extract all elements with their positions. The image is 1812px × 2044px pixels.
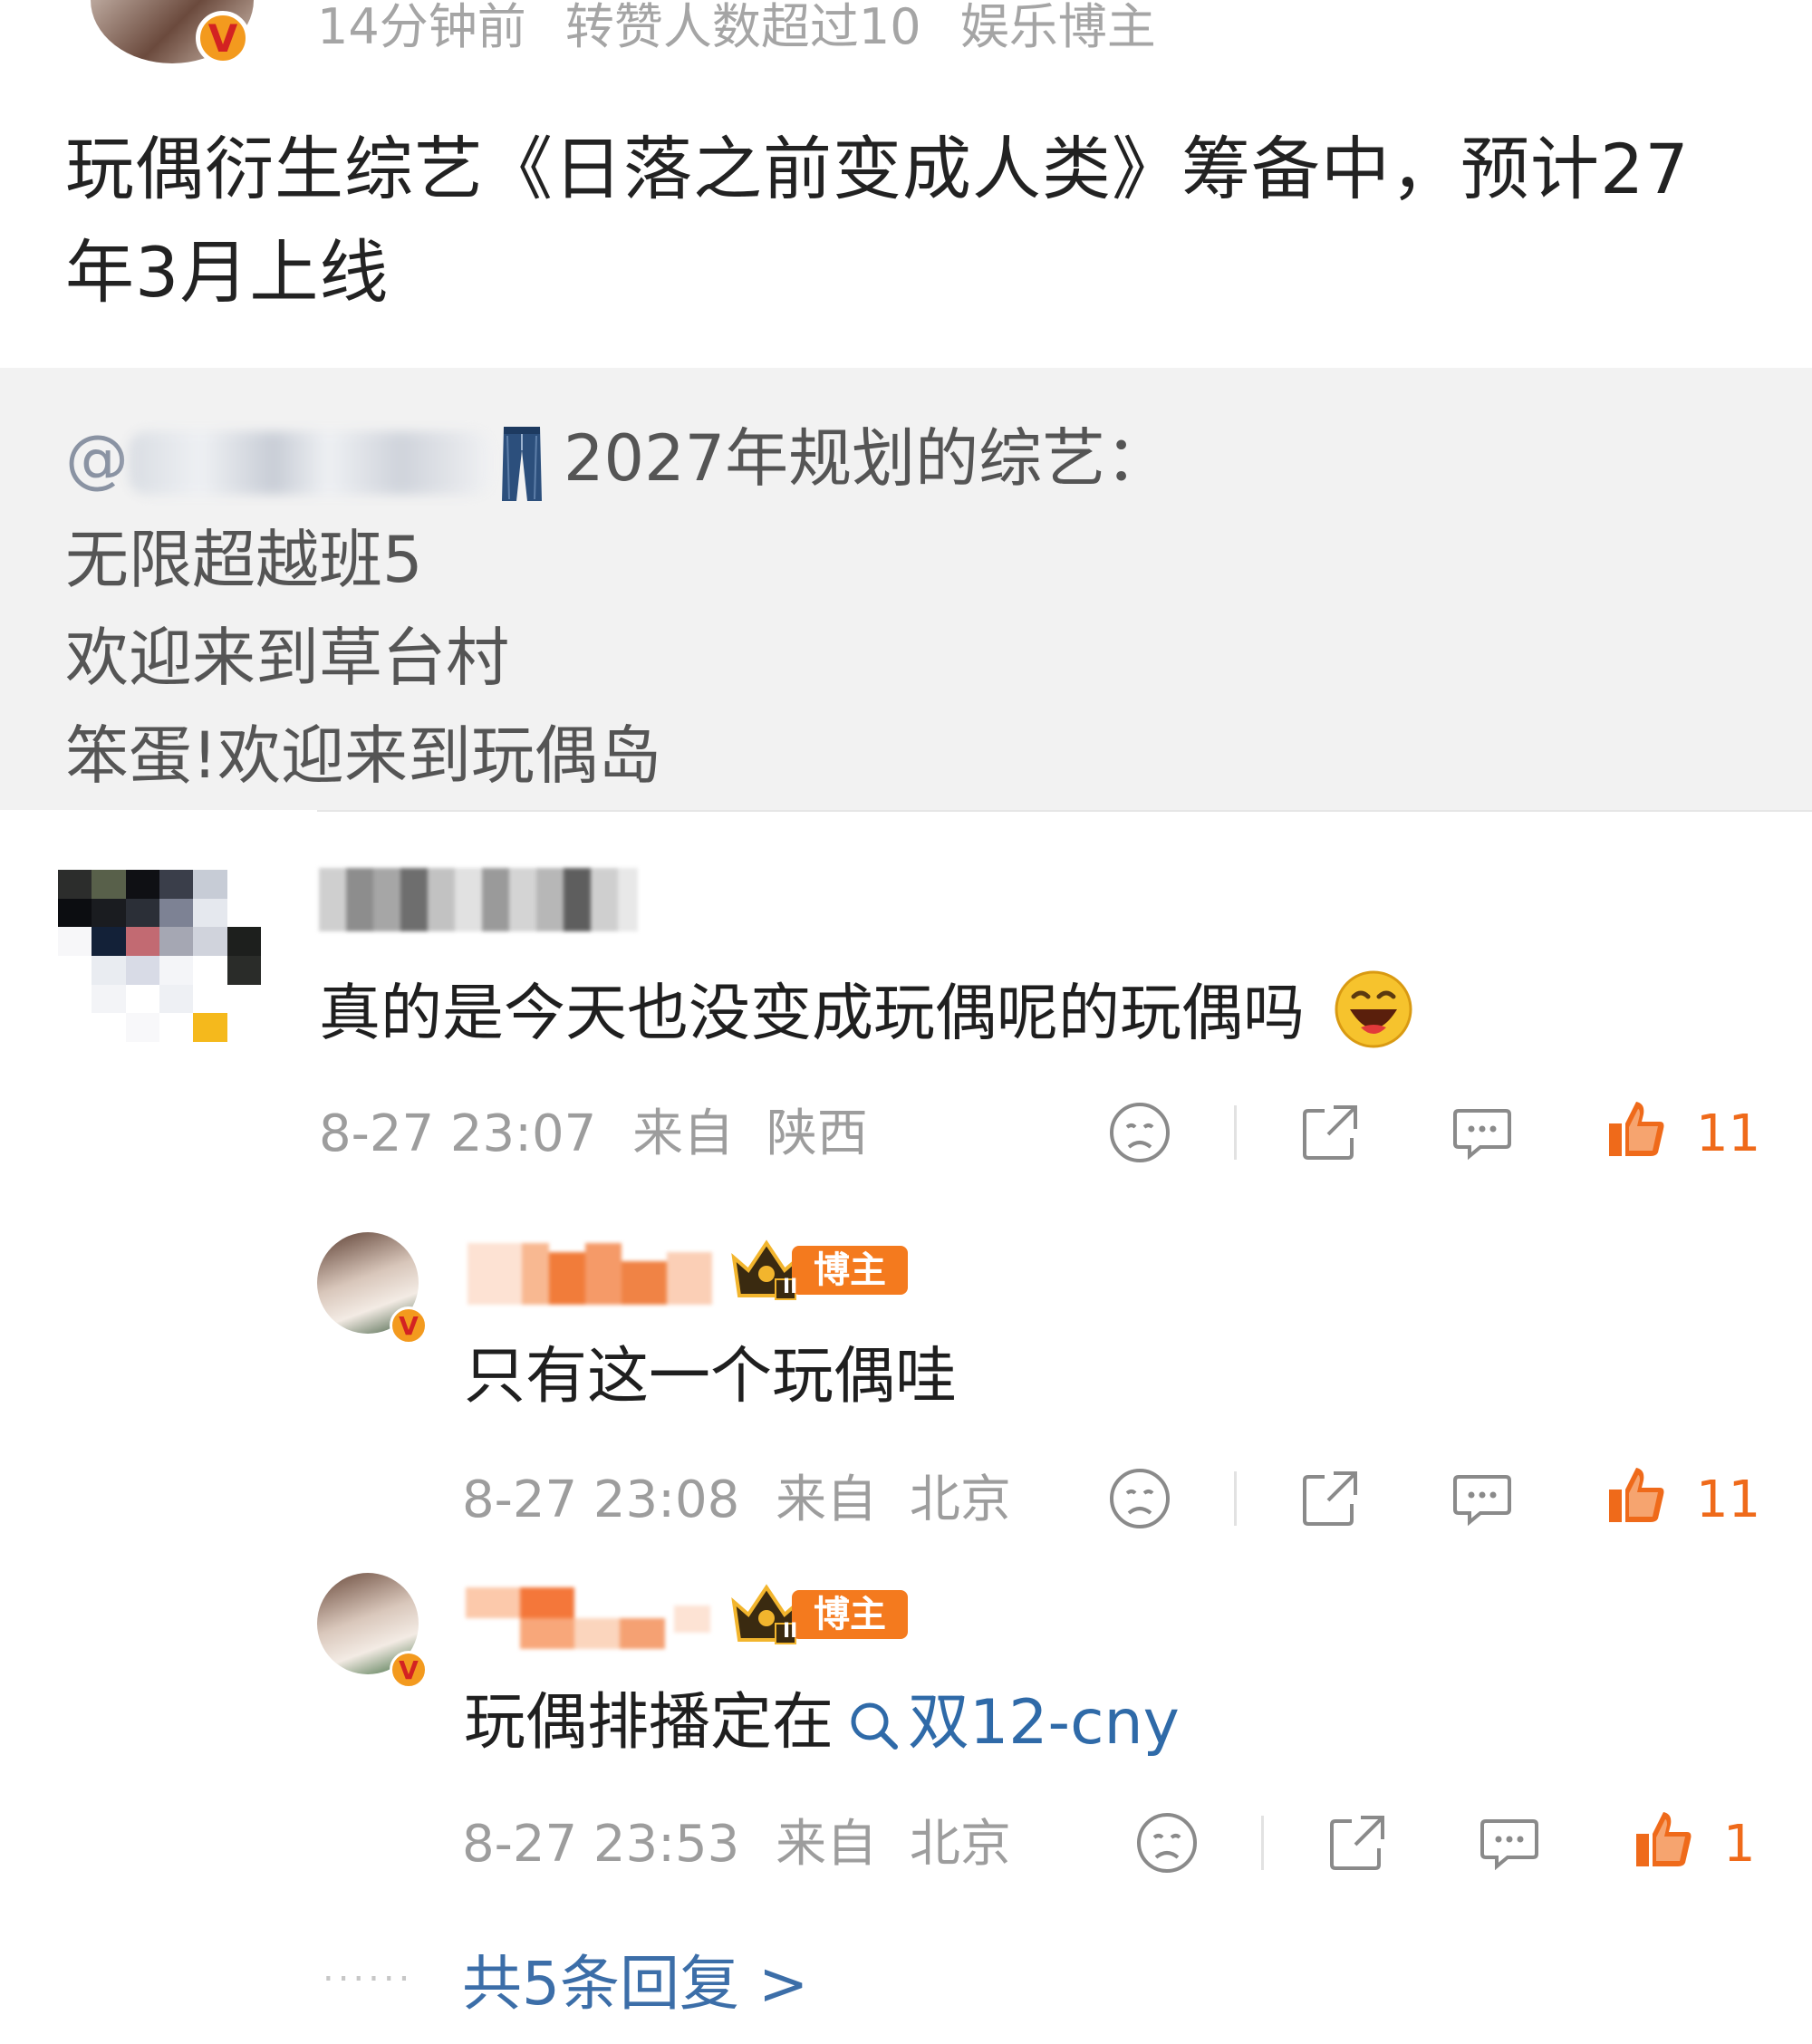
view-all-replies-link[interactable]: 共5条回复 > — [462, 1935, 808, 2022]
quote-line-3: 笨蛋!欢迎来到玩偶岛 — [65, 718, 662, 793]
blogger-tag-label: 博主 — [792, 1590, 908, 1639]
action-separator — [1234, 1471, 1237, 1526]
search-icon — [851, 1702, 899, 1750]
post-body-text: 玩偶衍生综艺《日落之前变成人类》筹备中，预计27年3月上线 — [65, 129, 1690, 313]
search-link-text[interactable]: 双12-cny — [908, 1687, 1180, 1759]
reply-text: 玩偶排播定在 双12-cny — [464, 1687, 1180, 1760]
reply-location: 北京 — [909, 1815, 1011, 1874]
comment-text-content: 真的是今天也没变成玩偶呢的玩偶吗 — [319, 978, 1306, 1050]
thumbs-up-icon[interactable] — [1604, 1096, 1669, 1165]
reply-time: 8-27 23:08 — [462, 1470, 740, 1529]
post-author-role: 娱乐博主 — [959, 0, 1156, 55]
reply-location-label: 来自 — [776, 1470, 878, 1529]
share-icon[interactable] — [1297, 1100, 1363, 1169]
action-separator — [1261, 1816, 1264, 1870]
post-repost-info: 转赞人数超过10 — [564, 0, 921, 55]
quote-mention-at[interactable]: @ — [65, 421, 129, 496]
share-icon[interactable] — [1297, 1466, 1363, 1535]
reply-name-blurred[interactable] — [467, 1243, 712, 1305]
quote-headline: 2027年规划的综艺： — [564, 421, 1170, 496]
action-separator — [1234, 1105, 1237, 1160]
tag-level: II — [783, 1620, 798, 1643]
sad-face-icon[interactable] — [1107, 1100, 1172, 1169]
reply-location: 北京 — [909, 1470, 1011, 1529]
comment-text: 真的是今天也没变成玩偶呢的玩偶吗 — [319, 969, 1413, 1065]
laughing-emoji-icon — [1334, 969, 1413, 1065]
commenter-name-blurred[interactable] — [319, 868, 638, 931]
comment-icon[interactable] — [1450, 1100, 1515, 1169]
blogger-tag-label: 博主 — [792, 1246, 908, 1295]
quote-line-2: 欢迎来到草台村 — [65, 621, 509, 695]
verified-v-icon: V — [390, 1306, 428, 1345]
more-dots: ...... — [323, 1948, 414, 1990]
comment-meta: 8-27 23:07 来自 陕西 — [319, 1107, 868, 1162]
sad-face-icon[interactable] — [1107, 1466, 1172, 1535]
tag-level: II — [783, 1276, 798, 1298]
blogger-tag: II 博主 — [728, 1584, 908, 1644]
thumbs-up-icon[interactable] — [1631, 1807, 1696, 1875]
share-icon[interactable] — [1325, 1810, 1390, 1879]
blogger-tag: II 博主 — [728, 1239, 908, 1300]
reply-location-label: 来自 — [776, 1815, 878, 1874]
reply-meta: 8-27 23:53 来自 北京 — [462, 1817, 1011, 1872]
commenter-avatar[interactable] — [58, 870, 261, 1042]
divider — [317, 810, 1812, 812]
quote-line-1: 无限超越班5 — [65, 523, 423, 597]
like-count: 11 — [1696, 1104, 1761, 1163]
jeans-icon — [500, 423, 544, 503]
reply-name-blurred[interactable] — [466, 1587, 710, 1649]
like-count: 11 — [1696, 1470, 1761, 1529]
reply-time: 8-27 23:53 — [462, 1815, 740, 1874]
comment-location-label: 来自 — [632, 1104, 735, 1163]
comment-icon[interactable] — [1450, 1466, 1515, 1535]
like-count: 1 — [1723, 1815, 1756, 1874]
reply-meta: 8-27 23:08 来自 北京 — [462, 1473, 1011, 1528]
quote-mention-blurred[interactable] — [129, 430, 491, 495]
search-link[interactable]: 双12-cny — [834, 1687, 1180, 1759]
reply-text: 只有这一个玩偶哇 — [464, 1341, 958, 1412]
comment-location: 陕西 — [766, 1104, 868, 1163]
verified-v-icon: V — [390, 1651, 428, 1689]
thumbs-up-icon[interactable] — [1604, 1462, 1669, 1531]
comment-icon[interactable] — [1477, 1810, 1542, 1879]
sad-face-icon[interactable] — [1134, 1810, 1200, 1879]
post-time: 14分钟前 — [317, 0, 526, 55]
reply-text-prefix: 玩偶排播定在 — [464, 1687, 834, 1759]
quote-headline-line: @ 2027年规划的综艺： — [65, 422, 1169, 503]
verified-v-icon: V — [196, 11, 250, 65]
comment-time: 8-27 23:07 — [319, 1104, 597, 1163]
post-meta: 14分钟前 转赞人数超过10 娱乐博主 — [317, 0, 1180, 54]
